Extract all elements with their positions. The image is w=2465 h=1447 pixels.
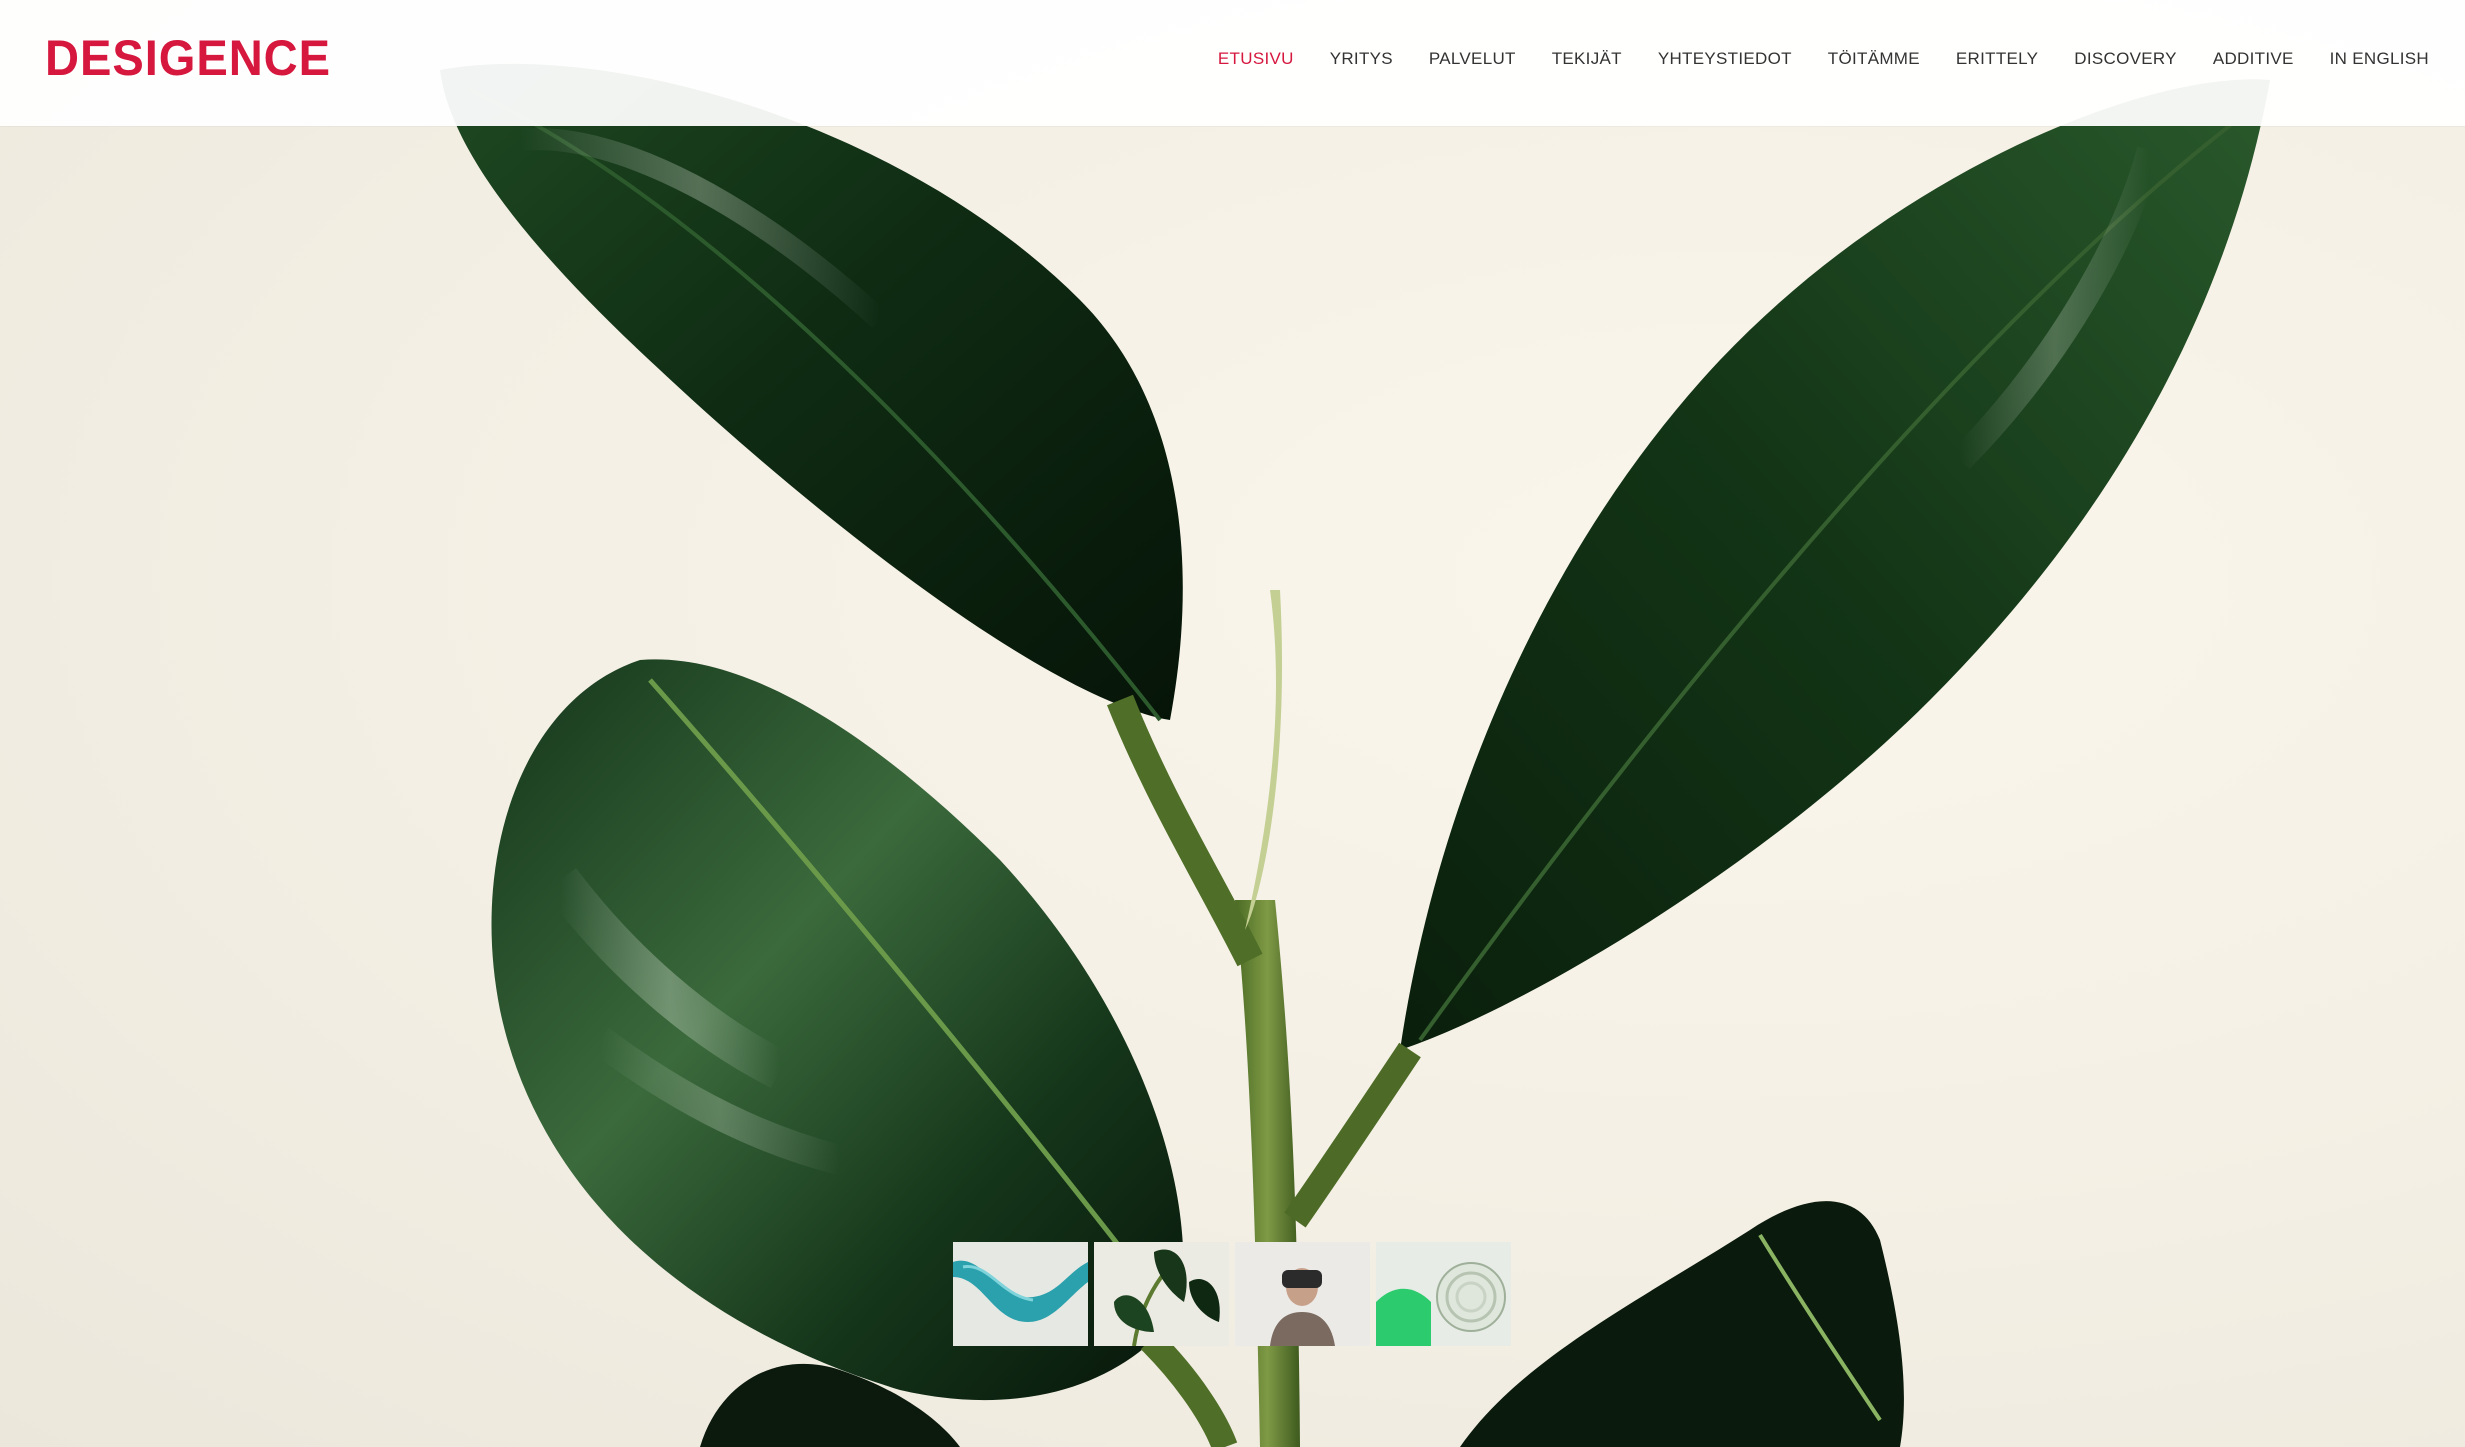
nav-item-palvelut[interactable]: PALVELUT bbox=[1411, 38, 1534, 80]
person-with-headset-thumbnail[interactable] bbox=[1235, 1242, 1370, 1346]
site-header: DESIGENCE ETUSIVU YRITYS PALVELUT TEKIJÄ… bbox=[0, 0, 2465, 126]
nav-item-toitamme[interactable]: TÖITÄMME bbox=[1810, 38, 1938, 80]
nav-item-discovery[interactable]: DISCOVERY bbox=[2056, 38, 2195, 80]
nav-item-yritys[interactable]: YRITYS bbox=[1312, 38, 1411, 80]
svg-text:DESIGENCE: DESIGENCE bbox=[45, 34, 331, 80]
nav-item-erittely[interactable]: ERITTELY bbox=[1938, 38, 2056, 80]
hero-image bbox=[0, 0, 2465, 1447]
nav-item-in-english[interactable]: IN ENGLISH bbox=[2312, 38, 2447, 80]
nav-item-tekijat[interactable]: TEKIJÄT bbox=[1534, 38, 1640, 80]
desigence-logo[interactable]: DESIGENCE bbox=[45, 34, 331, 80]
slider-thumbnails bbox=[953, 1242, 1511, 1346]
main-navigation: ETUSIVU YRITYS PALVELUT TEKIJÄT YHTEYSTI… bbox=[1200, 38, 2447, 80]
plant-leaves-thumbnail[interactable] bbox=[1094, 1242, 1229, 1346]
nav-item-yhteystiedot[interactable]: YHTEYSTIEDOT bbox=[1640, 38, 1810, 80]
nav-item-etusivu[interactable]: ETUSIVU bbox=[1200, 38, 1312, 80]
nav-item-additive[interactable]: ADDITIVE bbox=[2195, 38, 2312, 80]
teal-wave-thumbnail[interactable] bbox=[953, 1242, 1088, 1346]
rubber-plant-illustration bbox=[440, 63, 2270, 1447]
green-product-thumbnail[interactable] bbox=[1376, 1242, 1511, 1346]
